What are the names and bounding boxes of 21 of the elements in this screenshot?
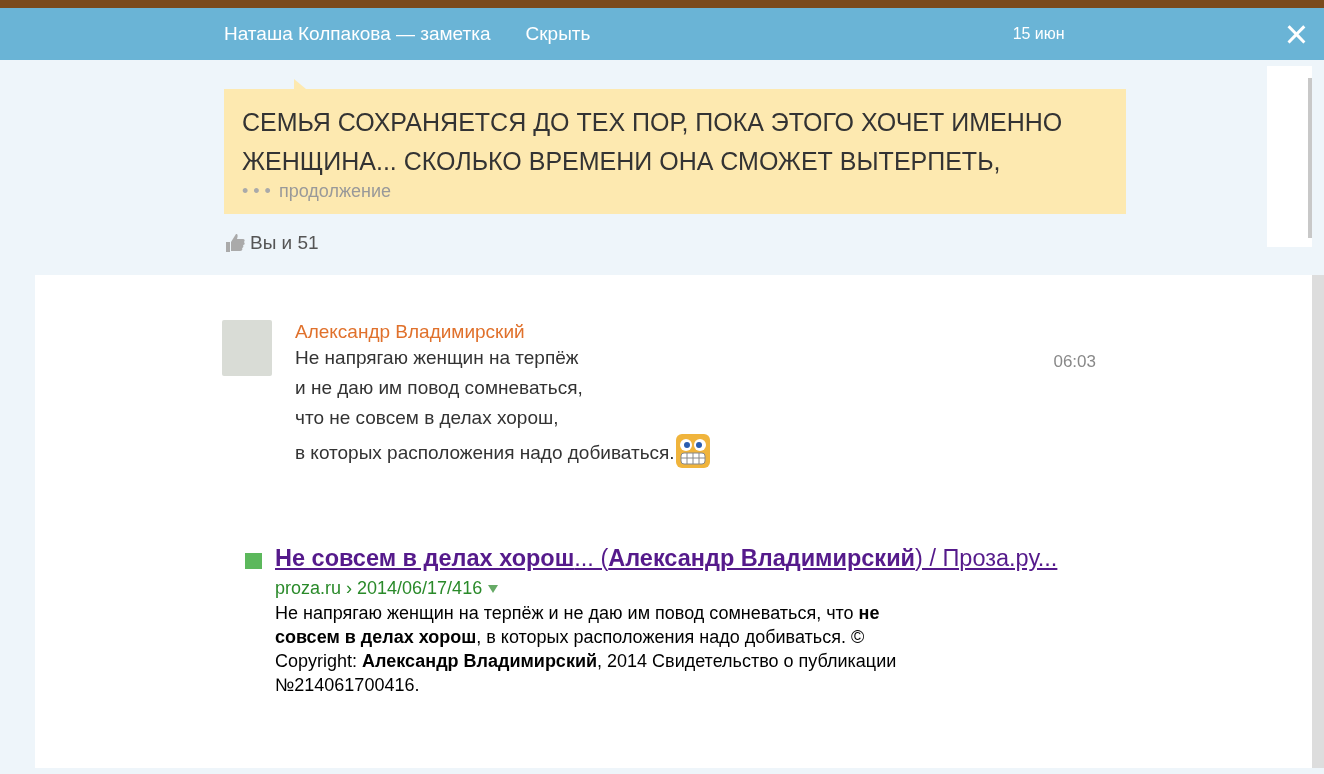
grinning-smiley-icon: [674, 433, 711, 469]
result-snippet: Не напрягаю женщин на терпёж и не даю им повод сомневаться, что не совсем в делах хорош, в которых расположения надо добиваться. © Copyright: Александр Владимирский, 2014 Свидетельство о публикации №214061700416.: [275, 602, 898, 697]
result-marker: [245, 553, 262, 569]
poem-line: и не даю им повод сомневаться,: [295, 376, 584, 400]
poem-line: Не напрягаю женщин на терпёж: [295, 346, 580, 370]
thumbs-up-icon[interactable]: [224, 233, 246, 253]
more-link[interactable]: продолжение: [278, 181, 391, 201]
result-url[interactable]: proza.ru › 2014/06/17/416: [275, 578, 483, 599]
dropdown-caret-icon[interactable]: [488, 584, 499, 593]
hide-link[interactable]: Скрыть: [525, 23, 591, 45]
note-title: Наташа Колпакова — заметка: [224, 23, 491, 45]
likes-count[interactable]: Вы и 51: [250, 232, 319, 254]
result-title-link[interactable]: Не совсем в делах хорош... (Александр Владимирский) / Проза.ру...: [275, 545, 1058, 571]
close-button[interactable]: ×: [1284, 19, 1308, 49]
note-text: СЕМЬЯ СОХРАНЯЕТСЯ ДО ТЕХ ПОР, ПОКА ЭТОГО ХОЧЕТ ИМЕННО ЖЕНЩИНА... СКОЛЬКО ВРЕМЕНИ ОНА СМОЖЕТ ВЫТЕРПЕТЬ,: [242, 107, 1064, 177]
author-name[interactable]: Александр Владимирский: [295, 321, 1054, 343]
note-date: 15 июн: [1012, 25, 1065, 43]
poem-line: в которых расположения надо добиваться.: [295, 433, 1054, 469]
ellipsis-dots[interactable]: • • •: [242, 181, 271, 201]
poem-line: что не совсем в делах хорош,: [295, 406, 560, 430]
comment-time: 06:03: [1053, 352, 1096, 373]
